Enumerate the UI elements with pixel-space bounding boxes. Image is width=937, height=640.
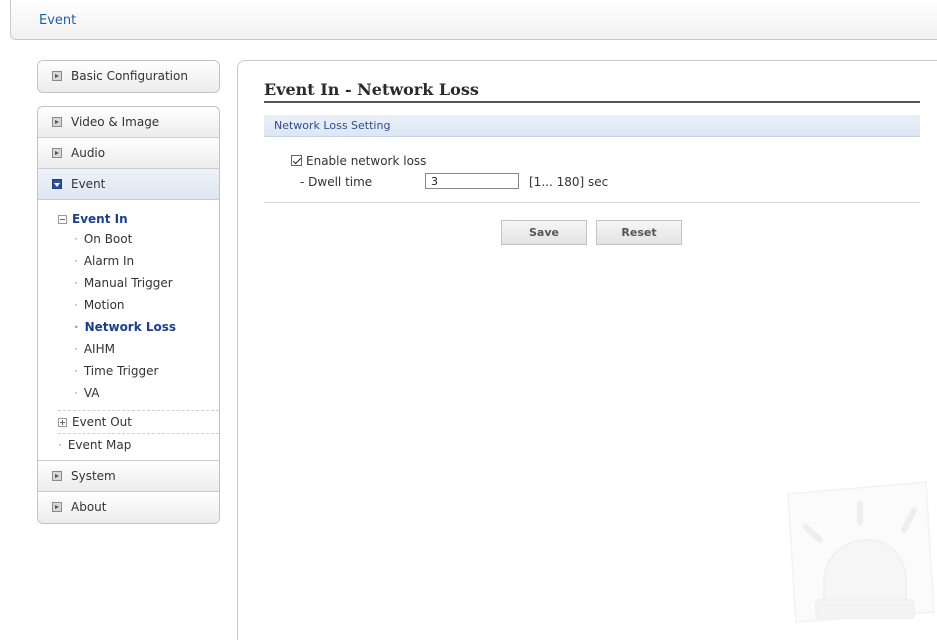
tree-node-event-out[interactable]: Event Out <box>38 411 219 433</box>
section-header: Network Loss Setting <box>264 115 920 137</box>
expand-box-icon <box>52 71 62 81</box>
expand-box-icon <box>52 148 62 158</box>
sidebar-item-label: Video & Image <box>71 115 160 129</box>
submenu-item-network-loss[interactable]: · Network Loss <box>38 316 219 338</box>
submenu-item-label: Manual Trigger <box>83 276 173 290</box>
submenu-item-manual-trigger[interactable]: · Manual Trigger <box>38 272 219 294</box>
tree-node-label: Event Out <box>72 415 132 429</box>
bullet-icon: · <box>74 298 78 312</box>
sidebar-item-label: Audio <box>71 146 106 160</box>
bullet-icon: · <box>74 232 78 246</box>
collapse-box-icon <box>52 179 62 189</box>
expand-box-icon <box>52 471 62 481</box>
event-submenu: Event In · On Boot · Alarm In · Manual Trig… <box>38 200 219 461</box>
sidebar-group-main: Video & Image Audio Event Event In · On B… <box>37 106 220 524</box>
submenu-item-label: Event Map <box>67 438 132 452</box>
sidebar-item-label: About <box>71 500 107 514</box>
tree-node-event-in[interactable]: Event In <box>38 210 219 228</box>
enable-network-loss-checkbox[interactable] <box>291 155 302 166</box>
bullet-icon: · <box>74 320 79 334</box>
alarm-light-icon <box>787 481 935 623</box>
submenu-item-on-boot[interactable]: · On Boot <box>38 228 219 250</box>
submenu-item-aihm[interactable]: · AIHM <box>38 338 219 360</box>
page-title: Event In - Network Loss <box>264 80 479 99</box>
tree-node-label: Event In <box>72 212 128 226</box>
enable-network-loss-label: Enable network loss <box>306 154 427 168</box>
submenu-item-label: On Boot <box>83 232 133 246</box>
dwell-time-input[interactable] <box>425 173 519 189</box>
page-section-title: Event <box>39 13 77 28</box>
sidebar-item-audio[interactable]: Audio <box>38 138 219 169</box>
submenu-item-label: Time Trigger <box>83 364 159 378</box>
sidebar-item-basic-configuration[interactable]: Basic Configuration <box>38 61 219 92</box>
save-button[interactable]: Save <box>501 220 587 245</box>
top-header-bar: Event <box>10 0 937 40</box>
submenu-item-label: VA <box>83 386 100 400</box>
tree-minus-icon <box>58 215 67 224</box>
submenu-item-time-trigger[interactable]: · Time Trigger <box>38 360 219 382</box>
submenu-item-motion[interactable]: · Motion <box>38 294 219 316</box>
sidebar-item-event[interactable]: Event <box>38 169 219 200</box>
expand-box-icon <box>52 117 62 127</box>
sidebar: Basic Configuration Video & Image Audio … <box>37 60 220 524</box>
bullet-icon: · <box>74 276 78 290</box>
submenu-item-label: AIHM <box>83 342 115 356</box>
dwell-time-range: [1... 180] sec <box>529 175 609 189</box>
reset-button[interactable]: Reset <box>596 220 682 245</box>
expand-box-icon <box>52 502 62 512</box>
tree-plus-icon <box>58 418 67 427</box>
enable-network-loss-row[interactable]: Enable network loss <box>291 153 426 169</box>
submenu-item-alarm-in[interactable]: · Alarm In <box>38 250 219 272</box>
dwell-time-label: - Dwell time <box>300 175 373 189</box>
bullet-icon: · <box>74 386 78 400</box>
submenu-item-event-map[interactable]: · Event Map <box>38 434 219 456</box>
form-divider <box>264 202 920 203</box>
sidebar-item-system[interactable]: System <box>38 461 219 492</box>
bullet-icon: · <box>74 364 78 378</box>
submenu-item-va[interactable]: · VA <box>38 382 219 404</box>
submenu-item-label: Motion <box>83 298 125 312</box>
sidebar-item-video-image[interactable]: Video & Image <box>38 107 219 138</box>
submenu-item-label: Alarm In <box>83 254 135 268</box>
submenu-item-label: Network Loss <box>84 320 177 334</box>
bullet-icon: · <box>74 342 78 356</box>
sidebar-item-label: System <box>71 469 116 483</box>
sidebar-item-label: Basic Configuration <box>71 69 188 83</box>
bullet-icon: · <box>74 254 78 268</box>
sidebar-item-label: Event <box>71 177 106 191</box>
title-divider <box>264 101 920 103</box>
bullet-icon: · <box>58 438 62 452</box>
sidebar-group-basic: Basic Configuration <box>37 60 220 93</box>
sidebar-item-about[interactable]: About <box>38 492 219 523</box>
